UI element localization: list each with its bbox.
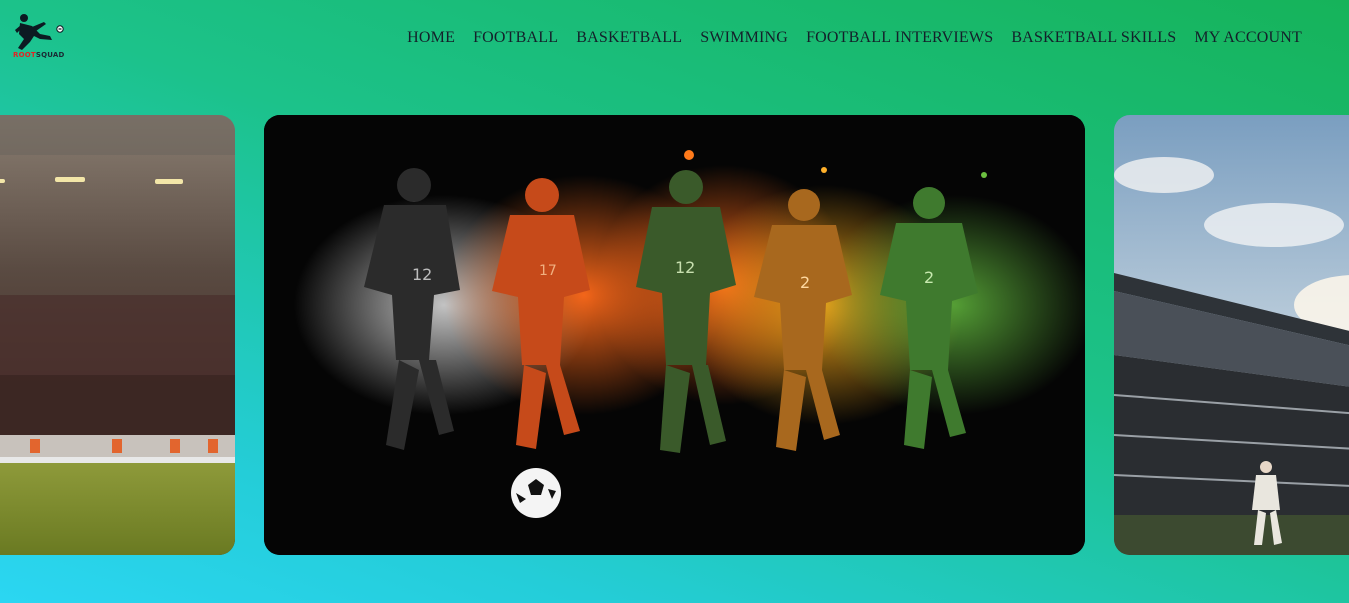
svg-text:2: 2 xyxy=(800,273,810,292)
brand-text-part2: SQUAD xyxy=(35,51,65,59)
carousel-slide-prev[interactable] xyxy=(0,115,235,555)
nav-link-football[interactable]: FOOTBALL xyxy=(473,29,558,47)
nav-link-my-account[interactable]: MY ACCOUNT xyxy=(1194,29,1302,47)
svg-text:2: 2 xyxy=(924,268,934,287)
brand-text-part1: ROOT xyxy=(13,51,36,59)
nav-link-swimming[interactable]: SWIMMING xyxy=(700,29,788,47)
stadium-crowd-image xyxy=(0,115,235,555)
soccer-player-logo-icon xyxy=(15,14,64,50)
main-nav: HOME FOOTBALL BASKETBALL SWIMMING FOOTBA… xyxy=(407,29,1302,47)
nav-link-basketball-skills[interactable]: BASKETBALL SKILLS xyxy=(1011,29,1176,47)
nav-link-football-interviews[interactable]: FOOTBALL INTERVIEWS xyxy=(806,29,993,47)
stadium-stands-image xyxy=(1114,115,1349,555)
carousel-slide-next[interactable] xyxy=(1114,115,1349,555)
svg-text:12: 12 xyxy=(675,258,695,277)
brand-logo-text: ROOTSQUAD xyxy=(13,51,65,59)
svg-text:12: 12 xyxy=(412,265,432,284)
football-players-art-image: 12 17 12 2 2 xyxy=(264,115,1085,555)
svg-text:17: 17 xyxy=(539,263,557,279)
nav-link-home[interactable]: HOME xyxy=(407,29,455,47)
nav-link-basketball[interactable]: BASKETBALL xyxy=(576,29,682,47)
carousel-slide-active[interactable]: 12 17 12 2 2 xyxy=(264,115,1085,555)
